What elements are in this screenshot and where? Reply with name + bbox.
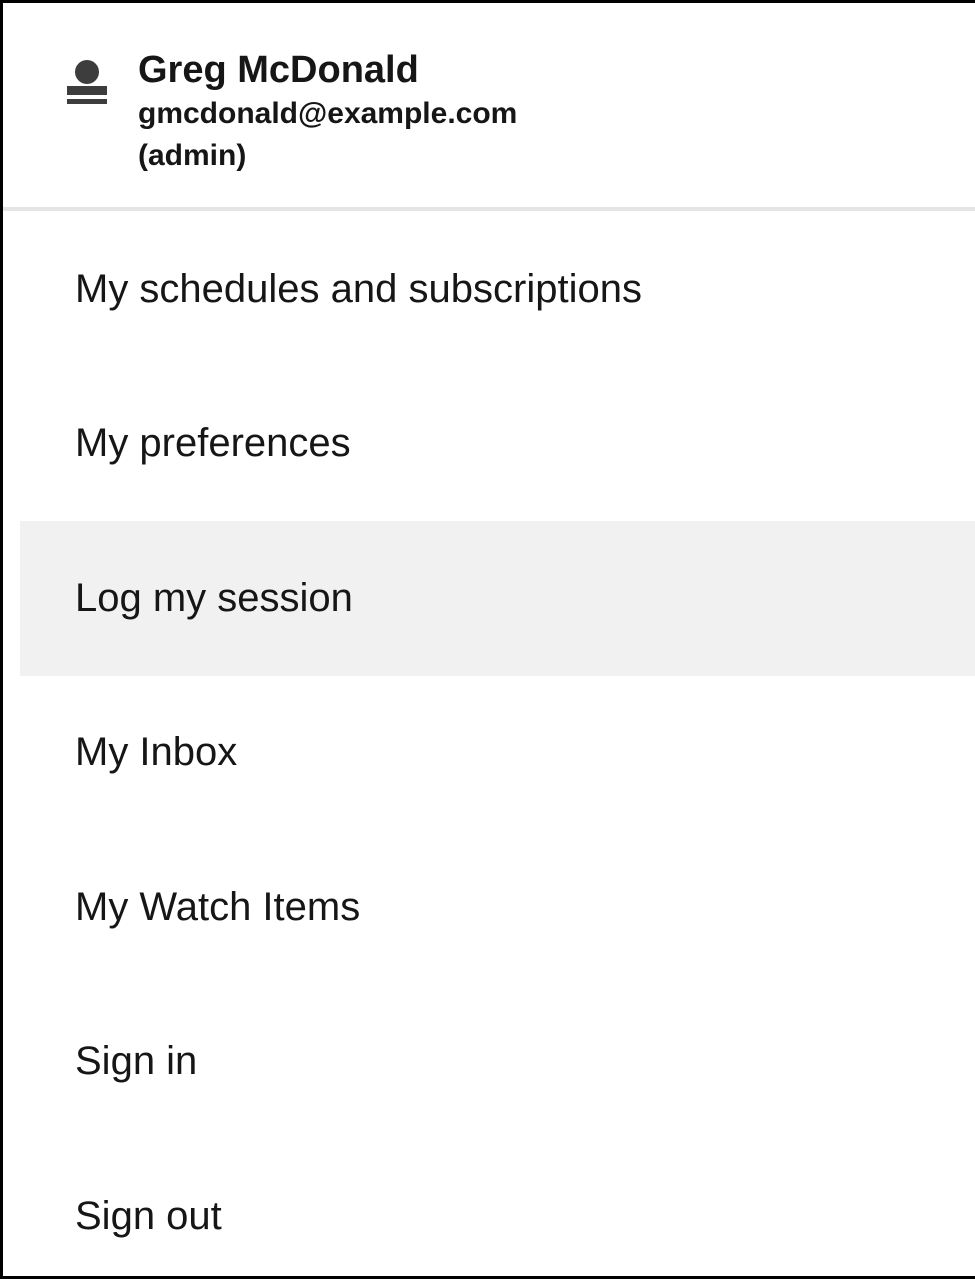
menu-item-sign-out[interactable]: Sign out	[20, 1139, 975, 1276]
user-menu-panel: Greg McDonald gmcdonald@example.com (adm…	[0, 0, 975, 1279]
user-email: gmcdonald@example.com	[138, 97, 518, 130]
user-role: (admin)	[138, 139, 247, 172]
menu-item-inbox[interactable]: My Inbox	[20, 676, 975, 831]
menu-item-preferences[interactable]: My preferences	[20, 367, 975, 522]
menu-item-watch-items[interactable]: My Watch Items	[20, 830, 975, 985]
user-info-header: Greg McDonald gmcdonald@example.com (adm…	[3, 3, 975, 211]
menu-item-sign-in[interactable]: Sign in	[20, 985, 975, 1140]
user-details: Greg McDonald gmcdonald@example.com (adm…	[138, 47, 517, 177]
menu-item-log-session[interactable]: Log my session	[20, 521, 975, 676]
user-menu-list: My schedules and subscriptions My prefer…	[20, 212, 975, 1276]
menu-item-schedules-subscriptions[interactable]: My schedules and subscriptions	[20, 212, 975, 367]
user-avatar-icon	[67, 60, 107, 104]
user-name: Greg McDonald	[138, 49, 419, 91]
